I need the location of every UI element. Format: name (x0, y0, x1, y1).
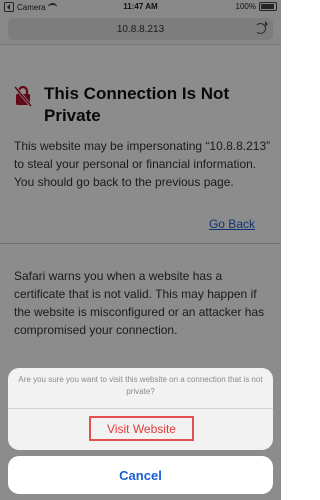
cancel-button[interactable]: Cancel (8, 456, 273, 494)
visit-website-button[interactable]: Visit Website (89, 416, 194, 441)
action-sheet-separator (8, 408, 273, 409)
action-sheet-message: Are you sure you want to visit this webs… (18, 375, 263, 396)
action-sheet: Are you sure you want to visit this webs… (8, 368, 273, 450)
